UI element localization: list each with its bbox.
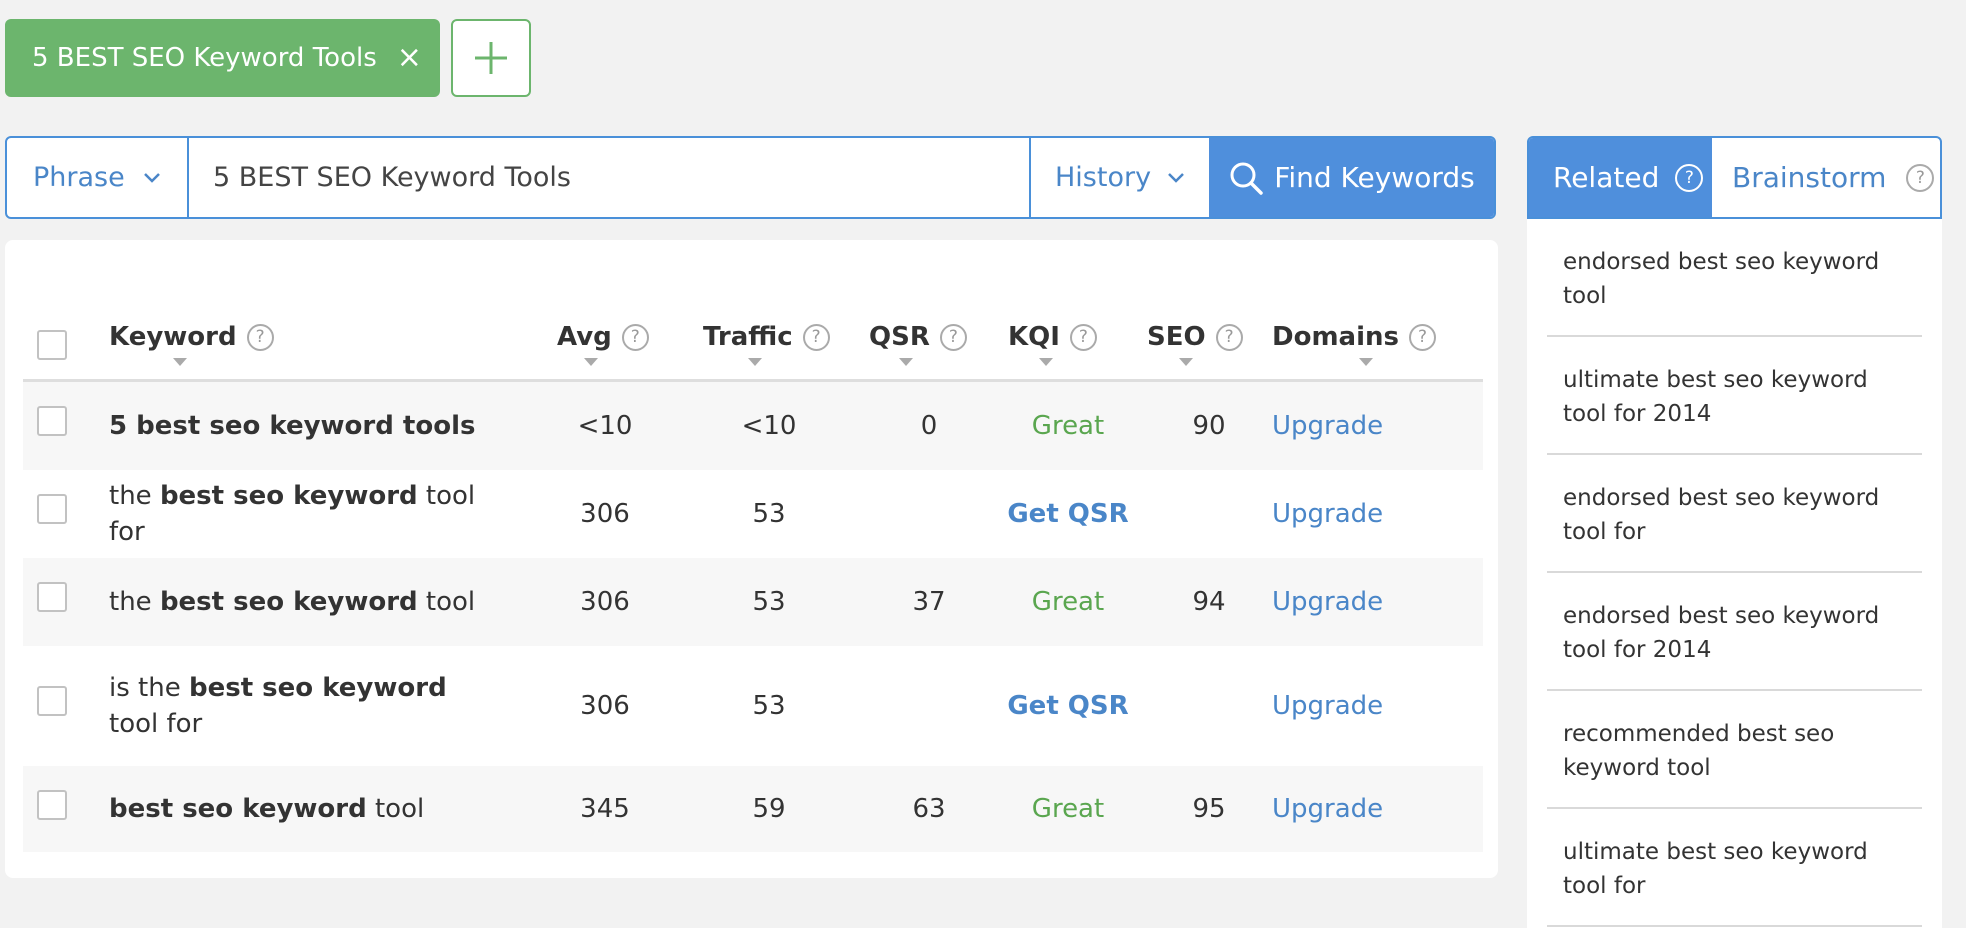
- traffic-cell: 53: [752, 587, 786, 617]
- help-icon[interactable]: ?: [1215, 323, 1243, 351]
- list-item[interactable]: endorsed best seo keyword tool: [1547, 219, 1922, 337]
- sort-caret-icon[interactable]: [1179, 358, 1193, 366]
- tab-label: 5 BEST SEO Keyword Tools: [32, 43, 377, 73]
- history-select[interactable]: History: [1029, 138, 1209, 217]
- avg-cell: 306: [580, 499, 630, 529]
- help-icon[interactable]: ?: [1408, 323, 1436, 351]
- domains-upgrade-link[interactable]: Upgrade: [1272, 558, 1452, 646]
- keyword-cell: best seo keyword tool: [109, 794, 425, 824]
- find-keywords-label: Find Keywords: [1274, 161, 1475, 194]
- row-checkbox[interactable]: [37, 582, 67, 612]
- help-icon[interactable]: ?: [1675, 163, 1704, 192]
- help-icon[interactable]: ?: [939, 323, 967, 351]
- list-item[interactable]: ultimate best seo keyword tool for 2014: [1547, 337, 1922, 455]
- sort-caret-icon[interactable]: [1359, 358, 1373, 366]
- get-qsr-link[interactable]: Get QSR: [983, 470, 1153, 558]
- select-all-checkbox[interactable]: [37, 330, 67, 360]
- qsr-cell: 63: [912, 794, 946, 824]
- column-header-traffic[interactable]: Traffic ?: [703, 322, 830, 352]
- traffic-cell: 53: [752, 691, 786, 721]
- table-header: Keyword ? Avg ? Traffic ? QSR ? KQI ? SE…: [23, 270, 1483, 382]
- seo-cell: 95: [1192, 794, 1226, 824]
- domains-upgrade-link[interactable]: Upgrade: [1272, 470, 1452, 558]
- chevron-down-icon: [143, 172, 161, 184]
- suggestions-tabs: Related ? Brainstorm ?: [1527, 136, 1942, 219]
- help-icon[interactable]: ?: [1906, 163, 1935, 192]
- keyword-search-input[interactable]: [189, 138, 1029, 217]
- list-item[interactable]: endorsed best seo keyword tool for 2014: [1547, 573, 1922, 691]
- kqi-great: Great: [1031, 411, 1105, 441]
- avg-cell: 306: [580, 691, 630, 721]
- domains-upgrade-link[interactable]: Upgrade: [1272, 646, 1452, 766]
- column-header-avg[interactable]: Avg ?: [557, 322, 649, 352]
- column-header-domains[interactable]: Domains ?: [1272, 322, 1436, 352]
- history-label: History: [1055, 162, 1152, 193]
- table-row: best seo keyword tool 345 59 63 Great 95…: [23, 766, 1483, 852]
- kqi-great: Great: [1031, 587, 1105, 617]
- seo-cell: [1139, 646, 1279, 766]
- traffic-cell: 53: [752, 499, 786, 529]
- help-icon[interactable]: ?: [621, 323, 649, 351]
- qsr-cell: [859, 646, 999, 766]
- row-checkbox[interactable]: [37, 406, 67, 436]
- seo-cell: 94: [1192, 587, 1226, 617]
- find-keywords-button[interactable]: Find Keywords: [1209, 138, 1494, 217]
- avg-cell: 306: [580, 587, 630, 617]
- list-item[interactable]: ultimate best seo keyword tool for: [1547, 809, 1922, 927]
- traffic-cell: 59: [752, 794, 786, 824]
- search-tab[interactable]: 5 BEST SEO Keyword Tools ×: [5, 19, 440, 97]
- avg-cell: 345: [580, 794, 630, 824]
- help-icon[interactable]: ?: [246, 323, 274, 351]
- column-header-keyword[interactable]: Keyword ?: [109, 322, 274, 352]
- row-checkbox[interactable]: [37, 686, 67, 716]
- kqi-great: Great: [1031, 794, 1105, 824]
- help-icon[interactable]: ?: [802, 323, 830, 351]
- keyword-cell: is the best seo keyword tool for: [109, 673, 447, 739]
- results-card: Keyword ? Avg ? Traffic ? QSR ? KQI ? SE…: [5, 240, 1498, 878]
- sort-caret-icon[interactable]: [1039, 358, 1053, 366]
- tab-related[interactable]: Related ?: [1529, 138, 1712, 217]
- search-icon: [1230, 162, 1264, 195]
- search-mode-select[interactable]: Phrase: [7, 138, 189, 217]
- column-header-seo[interactable]: SEO ?: [1147, 322, 1243, 352]
- search-mode-label: Phrase: [33, 162, 125, 193]
- column-header-qsr[interactable]: QSR ?: [869, 322, 967, 352]
- get-qsr-link[interactable]: Get QSR: [983, 646, 1153, 766]
- table-row: the best seo keyword tool for 306 53 Get…: [23, 470, 1483, 558]
- keyword-table: Keyword ? Avg ? Traffic ? QSR ? KQI ? SE…: [23, 270, 1483, 852]
- qsr-cell: [859, 470, 999, 558]
- row-checkbox[interactable]: [37, 494, 67, 524]
- table-row: 5 best seo keyword tools <10 <10 0 Great…: [23, 382, 1483, 470]
- row-checkbox[interactable]: [37, 790, 67, 820]
- keyword-cell: the best seo keyword tool for: [109, 481, 476, 547]
- traffic-cell: <10: [741, 411, 797, 441]
- sort-caret-icon[interactable]: [173, 358, 187, 366]
- seo-cell: [1139, 470, 1279, 558]
- list-item[interactable]: endorsed best seo keyword tool for: [1547, 455, 1922, 573]
- add-tab-button[interactable]: [451, 19, 531, 97]
- sort-caret-icon[interactable]: [899, 358, 913, 366]
- plus-icon: [475, 42, 507, 74]
- column-header-kqi[interactable]: KQI ?: [1008, 322, 1097, 352]
- search-bar: Phrase History Find Keywords: [5, 136, 1496, 219]
- domains-upgrade-link[interactable]: Upgrade: [1272, 766, 1452, 852]
- list-item[interactable]: recommended best seo keyword tool: [1547, 691, 1922, 809]
- table-row: the best seo keyword tool 306 53 37 Grea…: [23, 558, 1483, 646]
- table-row: is the best seo keyword tool for 306 53 …: [23, 646, 1483, 766]
- qsr-cell: 0: [920, 411, 938, 441]
- help-icon[interactable]: ?: [1069, 323, 1097, 351]
- keyword-tool-page: 5 BEST SEO Keyword Tools × Phrase Histor…: [0, 0, 1966, 928]
- related-keywords-list: endorsed best seo keyword tool ultimate …: [1527, 219, 1942, 928]
- tab-brainstorm[interactable]: Brainstorm ?: [1712, 138, 1940, 217]
- sort-caret-icon[interactable]: [584, 358, 598, 366]
- keyword-cell: the best seo keyword tool: [109, 587, 476, 617]
- domains-upgrade-link[interactable]: Upgrade: [1272, 382, 1452, 470]
- seo-cell: 90: [1192, 411, 1226, 441]
- qsr-cell: 37: [912, 587, 946, 617]
- sort-caret-icon[interactable]: [748, 358, 762, 366]
- close-icon[interactable]: ×: [397, 43, 422, 73]
- chevron-down-icon: [1167, 172, 1185, 184]
- keyword-cell: 5 best seo keyword tools: [109, 411, 476, 441]
- avg-cell: <10: [577, 411, 633, 441]
